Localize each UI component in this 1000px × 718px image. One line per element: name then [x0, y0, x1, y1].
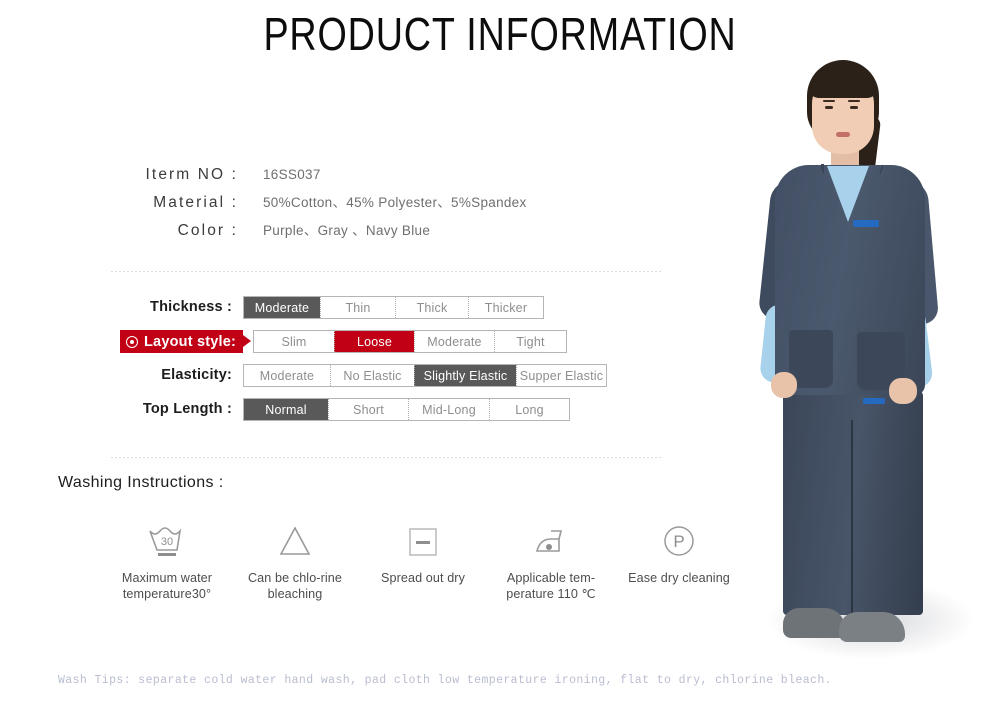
option-cell[interactable]: Normal [244, 399, 328, 420]
washing-item: Applicable tem-perature 110 ℃ [496, 518, 606, 602]
option-row: Thickness : Moderate Thin Thick Thicker [0, 296, 700, 330]
option-cell[interactable]: Moderate [244, 297, 320, 318]
option-label-wrap: Thickness : [120, 296, 232, 322]
chest-logo [853, 220, 879, 227]
pants-logo [863, 398, 885, 404]
bleach-triangle-icon [240, 518, 350, 564]
dry-clean-p-icon: P [624, 518, 734, 564]
flat-dry-icon [368, 518, 478, 564]
option-cell[interactable]: No Elastic [330, 365, 414, 386]
washing-item-label: Spread out dry [380, 571, 465, 585]
target-icon [126, 335, 138, 348]
washing-instructions-heading: Washing Instructions : [58, 474, 224, 491]
option-cell[interactable]: Thick [395, 297, 468, 318]
specification-list: Iterm NO : 16SS037 Material : 50%Cotton、… [120, 166, 680, 247]
option-rows: Thickness : Moderate Thin Thick Thicker Layou… [0, 296, 700, 432]
divider-bottom [110, 457, 662, 458]
washing-item-label: Maximum water temperature30° [121, 571, 213, 601]
svg-text:P: P [673, 532, 684, 551]
washing-item-label: Can be chlo-rine bleaching [247, 571, 342, 601]
spec-key: Material : [153, 194, 238, 211]
washing-item: Spread out dry [368, 518, 478, 602]
washing-item: 30 Maximum water temperature30° [112, 518, 222, 602]
spec-key: Color : [177, 222, 238, 239]
model-hand-left [771, 372, 797, 398]
option-cell[interactable]: Thin [320, 297, 395, 318]
option-cell[interactable]: Long [489, 399, 569, 420]
option-label: Thickness : [150, 299, 232, 315]
spec-value: 50%Cotton、45% Polyester、5%Spandex [263, 195, 527, 210]
svg-text:30: 30 [161, 536, 173, 548]
option-group: Slim Loose Moderate Tight [253, 330, 567, 353]
model-fringe [809, 70, 877, 98]
model-lips [836, 132, 850, 137]
option-row: Layout style: Slim Loose Moderate Tight [0, 330, 700, 364]
spec-key: Iterm NO : [145, 166, 238, 183]
model-eye-left [825, 106, 833, 109]
option-cell[interactable]: Mid-Long [408, 399, 489, 420]
washing-item-label: Applicable tem-perature 110 ℃ [506, 571, 596, 601]
option-cell[interactable]: Tight [494, 331, 566, 352]
scrub-pants [783, 390, 923, 615]
washing-item: Can be chlo-rine bleaching [240, 518, 350, 602]
model-shoe-right [839, 612, 905, 642]
option-row: Elasticity: Moderate No Elastic Slightly El… [0, 364, 700, 398]
option-cell[interactable]: Supper Elastic [516, 365, 606, 386]
washing-item: P Ease dry cleaning [624, 518, 734, 602]
badge-arrow-icon [243, 335, 251, 347]
model-hand-right [889, 378, 917, 404]
option-cell[interactable]: Loose [334, 331, 414, 352]
iron-icon [496, 518, 606, 564]
option-cell[interactable]: Slightly Elastic [414, 365, 516, 386]
option-group: Moderate Thin Thick Thicker [243, 296, 544, 319]
option-cell[interactable]: Thicker [468, 297, 543, 318]
wash-tub-icon: 30 [112, 518, 222, 564]
washing-item-label: Ease dry cleaning [628, 571, 730, 585]
model-eye-right [850, 106, 858, 109]
spec-row: Color : Purple、Gray 、Navy Blue [120, 219, 680, 240]
model-eyebrow-right [848, 100, 860, 102]
spec-value: Purple、Gray 、Navy Blue [263, 223, 431, 238]
option-cell[interactable]: Short [328, 399, 408, 420]
option-label: Layout style: [144, 333, 237, 350]
model-eyebrow-left [823, 100, 835, 102]
divider-top [110, 271, 662, 272]
option-cell[interactable]: Moderate [244, 365, 330, 386]
option-label: Top Length : [142, 401, 232, 417]
option-group: Moderate No Elastic Slightly Elastic Supper… [243, 364, 607, 387]
spec-row: Material : 50%Cotton、45% Polyester、5%Spa… [120, 191, 680, 212]
pants-center-seam [851, 420, 853, 615]
product-information-page: PRODUCT INFORMATION Iterm NO : 16SS037 M… [0, 0, 1000, 718]
option-label-wrap: Top Length : [120, 398, 232, 424]
option-label: Elasticity: [161, 367, 232, 383]
option-cell[interactable]: Moderate [414, 331, 494, 352]
model-photo [735, 60, 1000, 665]
page-title: PRODUCT INFORMATION [263, 8, 737, 60]
spec-value: 16SS037 [263, 167, 321, 182]
washing-icon-list: 30 Maximum water temperature30° Can be c… [112, 518, 752, 602]
wash-tips-footer: Wash Tips: separate cold water hand wash… [58, 674, 832, 687]
model-shoe-left [783, 608, 845, 638]
option-row: Top Length : Normal Short Mid-Long Long [0, 398, 700, 432]
option-cell[interactable]: Slim [254, 331, 334, 352]
option-label-badge: Layout style: [120, 330, 244, 353]
spec-row: Iterm NO : 16SS037 [120, 166, 680, 184]
option-label-wrap: Elasticity: [120, 364, 232, 390]
option-group: Normal Short Mid-Long Long [243, 398, 570, 421]
